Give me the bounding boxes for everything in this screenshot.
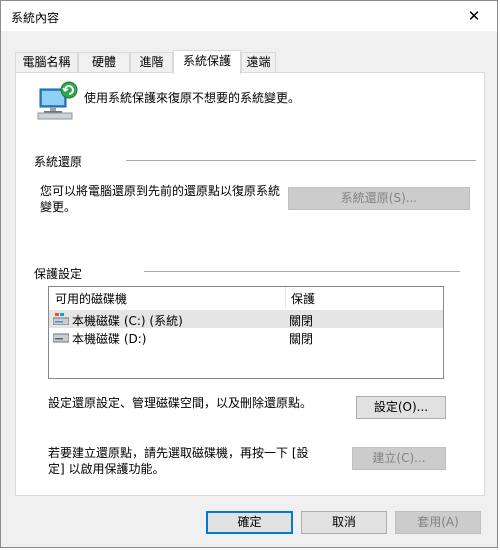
configure-description: 設定還原設定、管理磁碟空間，以及刪除還原點。 — [48, 396, 313, 410]
tab-advanced[interactable]: 進階 — [130, 52, 173, 72]
drive-protection-status: 關閉 — [289, 314, 314, 328]
tab-computer-name[interactable]: 電腦名稱 — [15, 52, 78, 72]
restore-group-title: 系統還原 — [34, 155, 83, 169]
system-drive-icon — [53, 313, 69, 325]
column-separator[interactable] — [285, 287, 286, 308]
restore-description: 您可以將電腦還原到先前的還原點以復原系統 變更。 — [40, 183, 280, 215]
cancel-button[interactable]: 取消 — [301, 511, 387, 534]
create-description-line1: 若要建立還原點，請先選取磁碟機，再按一下 [設 — [48, 446, 309, 460]
restore-description-line2: 變更。 — [40, 200, 77, 214]
create-restore-point-button[interactable]: 建立(C)... — [352, 447, 446, 470]
configure-button[interactable]: 設定(O)... — [356, 396, 446, 419]
close-button[interactable]: ✕ — [451, 1, 497, 31]
drive-name: 本機磁碟 (D:) — [72, 332, 147, 346]
close-icon: ✕ — [467, 7, 481, 25]
drive-protection-status: 關閉 — [289, 332, 314, 346]
create-description-line2: 定] 以啟用保護功能。 — [48, 462, 165, 476]
tab-remote[interactable]: 遠端 — [241, 52, 276, 72]
tab-hardware[interactable]: 硬體 — [78, 52, 130, 72]
system-properties-window: 系統內容 ✕ 電腦名稱 硬體 進階 系統保護 遠端 使用系統保護來復原不想要的系… — [0, 0, 498, 548]
system-protection-icon — [37, 81, 78, 120]
apply-button[interactable]: 套用(A) — [395, 511, 481, 534]
system-protection-panel: 使用系統保護來復原不想要的系統變更。 系統還原 您可以將電腦還原到先前的還原點以… — [15, 72, 485, 496]
drive-row-d[interactable]: 本機磁碟 (D:) 關閉 — [49, 328, 443, 346]
ok-button[interactable]: 確定 — [206, 511, 293, 534]
drive-row-c[interactable]: 本機磁碟 (C:) (系統) 關閉 — [49, 310, 443, 328]
restore-description-line1: 您可以將電腦還原到先前的還原點以復原系統 — [40, 184, 281, 198]
protection-group-title: 保護設定 — [34, 267, 83, 281]
system-restore-button[interactable]: 系統還原(S)... — [288, 187, 470, 210]
restore-group-divider — [126, 160, 476, 161]
create-description: 若要建立還原點，請先選取磁碟機，再按一下 [設 定] 以啟用保護功能。 — [48, 445, 309, 477]
list-header: 可用的磁碟機 保護 — [49, 287, 443, 308]
column-header-protection[interactable]: 保護 — [291, 290, 315, 307]
intro-text: 使用系統保護來復原不想要的系統變更。 — [84, 91, 301, 105]
drive-icon — [53, 333, 69, 343]
drive-list[interactable]: 可用的磁碟機 保護 本機磁碟 (C:) (系統) 關閉 本機磁碟 (D:) 關閉 — [48, 286, 444, 379]
protection-group-divider — [144, 271, 460, 272]
drive-name: 本機磁碟 (C:) (系統) — [72, 314, 183, 328]
title-bar: 系統內容 ✕ — [1, 1, 497, 31]
column-header-drives[interactable]: 可用的磁碟機 — [55, 290, 127, 307]
window-title: 系統內容 — [11, 11, 60, 25]
tab-system-protection[interactable]: 系統保護 — [173, 50, 241, 74]
